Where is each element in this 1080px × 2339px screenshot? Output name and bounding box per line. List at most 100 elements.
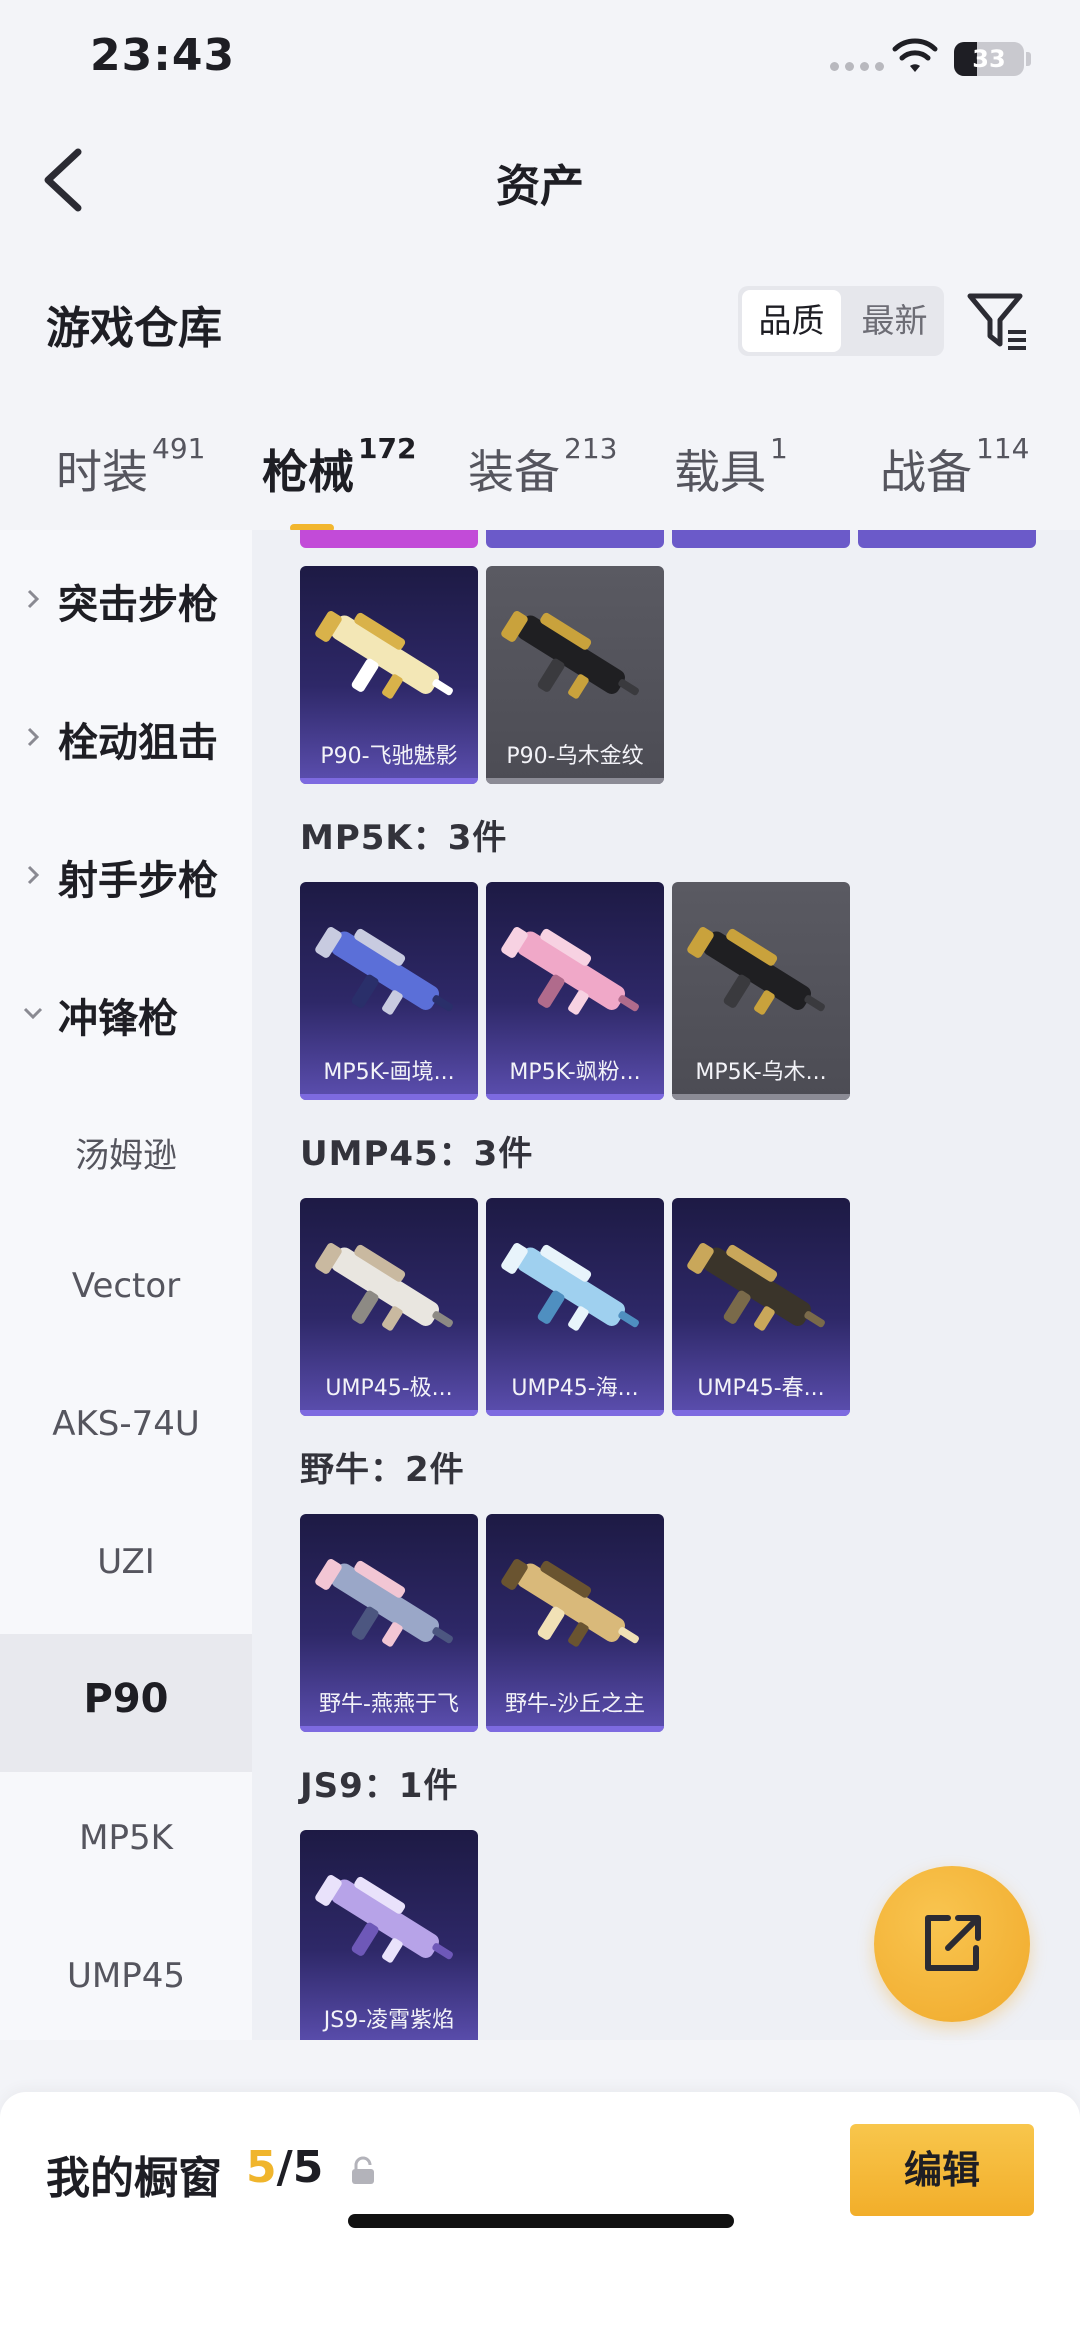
weapon-image	[687, 1242, 825, 1331]
weapon-image	[315, 1242, 453, 1331]
weapon-image	[687, 926, 825, 1015]
weapon-card-name: UMP45-春...	[697, 1376, 825, 1401]
weapon-image	[501, 1558, 639, 1647]
battery-level: 33	[972, 45, 1006, 73]
sidebar-category-assault-rifle[interactable]: 突击步枪	[0, 530, 252, 668]
sidebar-item-aks74u[interactable]: AKS-74U	[0, 1358, 252, 1496]
sidebar-category-bolt-sniper[interactable]: 栓动狙击	[0, 668, 252, 806]
weapon-image	[315, 1558, 453, 1647]
sort-toggle: 品质 最新	[738, 286, 944, 356]
page-title: 资产	[496, 161, 584, 212]
tab-label: 载具	[674, 445, 766, 499]
chevron-right-icon	[27, 865, 40, 885]
tab-label: 战备	[880, 445, 972, 499]
filter-icon[interactable]	[966, 290, 1030, 354]
sidebar-category-label: 射手步枪	[58, 858, 218, 904]
weapon-card[interactable]: P90-乌木金纹	[486, 566, 664, 784]
sidebar-item-mp5k[interactable]: MP5K	[0, 1772, 252, 1910]
weapon-card[interactable]: P90-飞驰魅影	[300, 566, 478, 784]
weapon-group-title: MP5K：3件	[300, 818, 508, 858]
card-top-strip	[858, 530, 1036, 548]
weapon-card-name: MP5K-乌木...	[695, 1060, 827, 1085]
sidebar-item-label: AKS-74U	[52, 1404, 200, 1444]
sidebar-item-p90[interactable]: P90	[0, 1634, 252, 1772]
share-icon	[925, 1915, 981, 1971]
sidebar-item-thompson[interactable]: 汤姆逊	[0, 1082, 252, 1220]
warehouse-title: 游戏仓库	[46, 303, 222, 354]
sidebar-category-marksman-rifle[interactable]: 射手步枪	[0, 806, 252, 944]
weapon-card-name: P90-飞驰魅影	[320, 744, 458, 769]
showcase-total: /5	[276, 2142, 324, 2193]
sidebar-item-label: UZI	[97, 1542, 155, 1582]
nav-bar: 资产	[0, 120, 1080, 240]
sort-quality-button[interactable]: 品质	[742, 290, 841, 352]
weapon-image	[315, 926, 453, 1015]
rarity-bar	[486, 1410, 664, 1416]
rarity-bar	[486, 1094, 664, 1100]
share-button[interactable]	[874, 1866, 1030, 2022]
tab-vehicles[interactable]: 载具 1	[674, 432, 788, 502]
weapon-card[interactable]: 野牛-燕燕于飞	[300, 1514, 478, 1732]
weapon-card[interactable]: MP5K-画境...	[300, 882, 478, 1100]
weapon-card-name: UMP45-极...	[325, 1376, 453, 1401]
tab-firearms[interactable]: 枪械 172	[262, 432, 416, 502]
rarity-bar	[300, 1410, 478, 1416]
weapon-card[interactable]: UMP45-春...	[672, 1198, 850, 1416]
chevron-down-icon	[23, 1007, 43, 1020]
weapon-image	[315, 1874, 453, 1963]
tab-label: 时装	[56, 445, 148, 499]
sidebar-category-label: 突击步枪	[58, 582, 218, 628]
wifi-icon	[892, 38, 938, 72]
card-top-strip	[672, 530, 850, 548]
tab-fashion[interactable]: 时装 491	[56, 432, 205, 502]
tab-label: 装备	[468, 445, 560, 499]
weapon-image	[315, 610, 453, 699]
rarity-bar	[300, 1726, 478, 1732]
sidebar-item-label: Vector	[71, 1266, 181, 1306]
sidebar-item-vector[interactable]: Vector	[0, 1220, 252, 1358]
sidebar-item-uzi[interactable]: UZI	[0, 1496, 252, 1634]
tab-label: 枪械	[262, 445, 354, 499]
lock-icon	[352, 2156, 374, 2184]
weapon-image	[501, 926, 639, 1015]
rarity-bar	[672, 1410, 850, 1416]
weapon-card-name: MP5K-飒粉...	[509, 1060, 641, 1085]
edit-button[interactable]: 编辑	[850, 2124, 1034, 2216]
battery-tip	[1026, 52, 1031, 66]
weapon-card[interactable]: MP5K-乌木...	[672, 882, 850, 1100]
sidebar-item-label: 汤姆逊	[75, 1136, 177, 1176]
tab-count: 172	[358, 432, 417, 465]
battery-icon: 33	[954, 42, 1024, 76]
tab-count: 213	[564, 432, 618, 465]
weapon-sidebar: 突击步枪 栓动狙击 射手步枪 冲锋枪 汤姆逊 Vector AKS-74U UZ…	[0, 530, 252, 2040]
weapon-card[interactable]: JS9-凌霄紫焰	[300, 1830, 478, 2040]
weapon-group-title: JS9：1件	[300, 1766, 459, 1806]
weapon-image	[501, 1242, 639, 1331]
weapon-card-name: 野牛-沙丘之主	[505, 1692, 645, 1717]
weapon-group-title: 野牛：2件	[300, 1450, 465, 1490]
sidebar-item-label: P90	[83, 1676, 169, 1722]
sidebar-category-label: 栓动狙击	[58, 720, 218, 766]
rarity-bar	[672, 1094, 850, 1100]
tab-supplies[interactable]: 战备 114	[880, 432, 1029, 502]
sidebar-category-smg[interactable]: 冲锋枪	[0, 944, 252, 1082]
tab-count: 1	[770, 432, 788, 465]
tab-equipment[interactable]: 装备 213	[468, 432, 617, 502]
tab-count: 491	[152, 432, 206, 465]
sidebar-item-ump45[interactable]: UMP45	[0, 1910, 252, 2040]
tab-count: 114	[976, 432, 1030, 465]
weapon-card[interactable]: 野牛-沙丘之主	[486, 1514, 664, 1732]
weapon-card[interactable]: UMP45-极...	[300, 1198, 478, 1416]
sidebar-item-label: UMP45	[67, 1956, 185, 1996]
rarity-bar	[300, 778, 478, 784]
home-indicator	[348, 2214, 734, 2228]
rarity-bar	[300, 1094, 478, 1100]
weapon-card-name: 野牛-燕燕于飞	[319, 1692, 459, 1717]
weapon-card-name: UMP45-海...	[511, 1376, 639, 1401]
sort-newest-button[interactable]: 最新	[845, 286, 944, 356]
weapon-card[interactable]: UMP45-海...	[486, 1198, 664, 1416]
weapon-card-name: JS9-凌霄紫焰	[323, 2008, 455, 2033]
category-tabs: 时装 491 枪械 172 装备 213 载具 1 战备 114	[0, 420, 1080, 532]
weapon-card[interactable]: MP5K-飒粉...	[486, 882, 664, 1100]
weapon-card-name: P90-乌木金纹	[506, 744, 644, 769]
